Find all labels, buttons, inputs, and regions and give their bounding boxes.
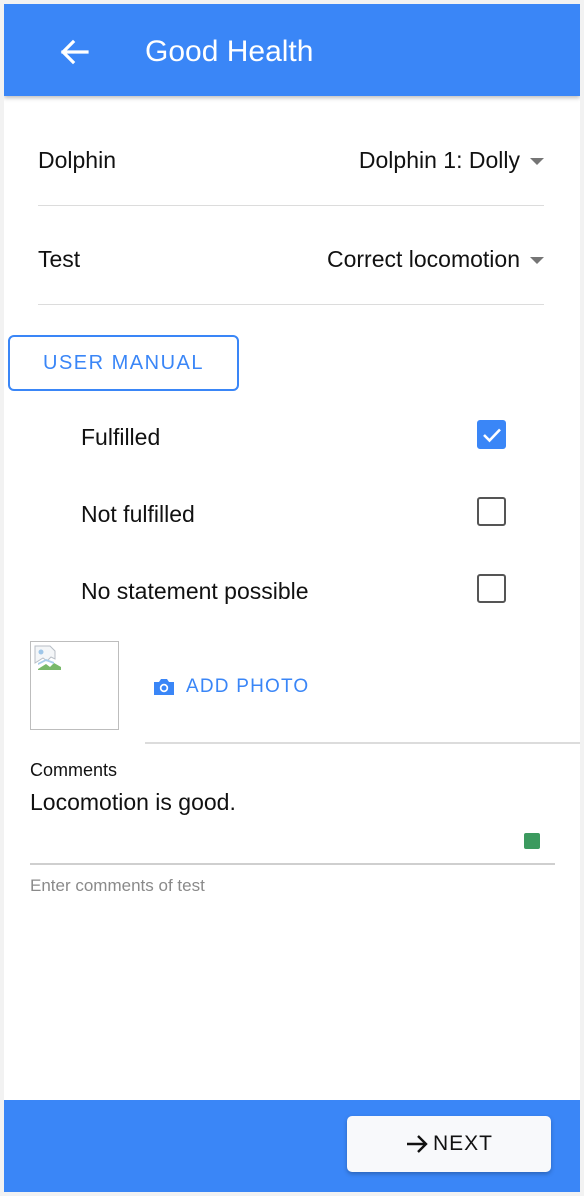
test-select[interactable]: Correct locomotion bbox=[327, 246, 544, 273]
add-photo-button[interactable]: ADD PHOTO bbox=[152, 672, 309, 702]
dolphin-selected-value: Dolphin 1: Dolly bbox=[358, 147, 520, 173]
option-label: No statement possible bbox=[81, 578, 309, 604]
test-label: Test bbox=[38, 246, 81, 272]
next-button[interactable]: NEXT bbox=[347, 1116, 551, 1172]
no-statement-checkbox[interactable] bbox=[477, 574, 506, 603]
test-selected-value: Correct locomotion bbox=[326, 246, 520, 272]
option-not-fulfilled[interactable]: Not fulfilled bbox=[81, 493, 506, 533]
bottom-bar: NEXT bbox=[4, 1100, 580, 1192]
dolphin-select[interactable]: Dolphin 1: Dolly bbox=[359, 147, 544, 174]
app-screen: Good Health Dolphin Dolphin 1: Dolly Tes… bbox=[4, 4, 580, 1192]
option-fulfilled[interactable]: Fulfilled bbox=[81, 416, 506, 456]
dolphin-row: Dolphin Dolphin 1: Dolly bbox=[38, 107, 544, 206]
page-title: Good Health bbox=[145, 35, 314, 68]
user-manual-button[interactable]: USER MANUAL bbox=[8, 335, 239, 391]
option-label: Fulfilled bbox=[81, 424, 161, 450]
arrow-left-icon bbox=[60, 39, 89, 65]
broken-image-icon bbox=[34, 645, 61, 670]
comments-input[interactable]: Locomotion is good. bbox=[30, 789, 530, 816]
back-button[interactable] bbox=[54, 32, 94, 72]
test-row: Test Correct locomotion bbox=[38, 206, 544, 305]
not-fulfilled-checkbox[interactable] bbox=[477, 497, 506, 526]
dolphin-label: Dolphin bbox=[38, 147, 116, 173]
photo-thumbnail[interactable] bbox=[30, 641, 119, 730]
dropdown-caret-icon bbox=[530, 257, 544, 264]
app-bar: Good Health bbox=[4, 4, 580, 96]
fulfilled-checkbox[interactable] bbox=[477, 420, 506, 449]
arrow-right-icon bbox=[406, 1135, 428, 1153]
option-label: Not fulfilled bbox=[81, 501, 195, 527]
textarea-resize-handle[interactable] bbox=[524, 833, 540, 849]
checkmark-icon bbox=[482, 428, 501, 442]
next-label: NEXT bbox=[432, 1132, 493, 1155]
comments-underline bbox=[30, 863, 555, 865]
divider bbox=[145, 742, 580, 744]
dropdown-caret-icon bbox=[530, 158, 544, 165]
comments-label: Comments bbox=[30, 760, 118, 780]
comments-helper-text: Enter comments of test bbox=[30, 876, 205, 895]
camera-icon bbox=[154, 679, 174, 695]
add-photo-label: ADD PHOTO bbox=[186, 676, 310, 697]
option-no-statement[interactable]: No statement possible bbox=[81, 570, 506, 610]
